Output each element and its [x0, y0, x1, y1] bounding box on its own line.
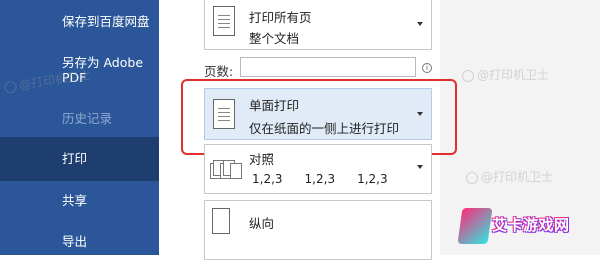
dropdown-title: 对照	[249, 152, 275, 167]
portrait-orientation-icon	[212, 208, 230, 234]
chevron-down-icon[interactable]	[417, 165, 423, 169]
dropdown-title: 纵向	[249, 216, 275, 231]
site-logo: 艾卡游戏网	[457, 206, 570, 246]
dropdown-subtitle: 整个文档	[249, 31, 300, 46]
info-icon[interactable]: i	[422, 63, 432, 73]
sidebar-item-label: 保存到百度网盘	[62, 14, 150, 29]
pages-input[interactable]	[240, 57, 416, 77]
chevron-down-icon[interactable]	[417, 22, 423, 26]
sidebar-item-save-to-baidu[interactable]: 保存到百度网盘	[0, 14, 159, 29]
document-pages-icon	[213, 6, 235, 36]
collate-order-2: 1,2,3	[304, 172, 336, 186]
collate-order-labels: 1,2,3 1,2,3 1,2,3	[252, 172, 410, 186]
sidebar-item-history[interactable]: 历史记录	[0, 111, 159, 126]
sidebar-item-label: 共享	[62, 193, 88, 208]
sidebar-item-export[interactable]: 导出	[0, 234, 159, 249]
collate-order-1: 1,2,3	[252, 172, 283, 186]
sidebar-item-label: 历史记录	[62, 111, 113, 126]
collated-pages-icon	[210, 155, 242, 179]
sidebar-item-save-as-pdf[interactable]: 另存为 Adobe PDF	[0, 55, 159, 85]
logo-mark-icon	[457, 208, 493, 244]
orientation-dropdown[interactable]: 纵向	[204, 200, 432, 260]
sidebar-item-label: 打印	[62, 151, 88, 166]
sidebar-item-label: 导出	[62, 234, 88, 249]
sidebar-item-label: 另存为 Adobe PDF	[62, 55, 144, 85]
print-pages-dropdown[interactable]: 打印所有页 整个文档	[204, 0, 432, 50]
backstage-sidebar: 保存到百度网盘 另存为 Adobe PDF 历史记录 打印 共享 导出	[0, 0, 159, 255]
collate-order-3: 1,2,3	[357, 172, 388, 186]
pages-label: 页数:	[204, 64, 234, 79]
sidebar-item-share[interactable]: 共享	[0, 193, 159, 208]
sidebar-item-print[interactable]: 打印	[0, 137, 159, 181]
dropdown-title: 打印所有页	[249, 10, 312, 25]
logo-text: 艾卡游戏网	[492, 216, 570, 234]
